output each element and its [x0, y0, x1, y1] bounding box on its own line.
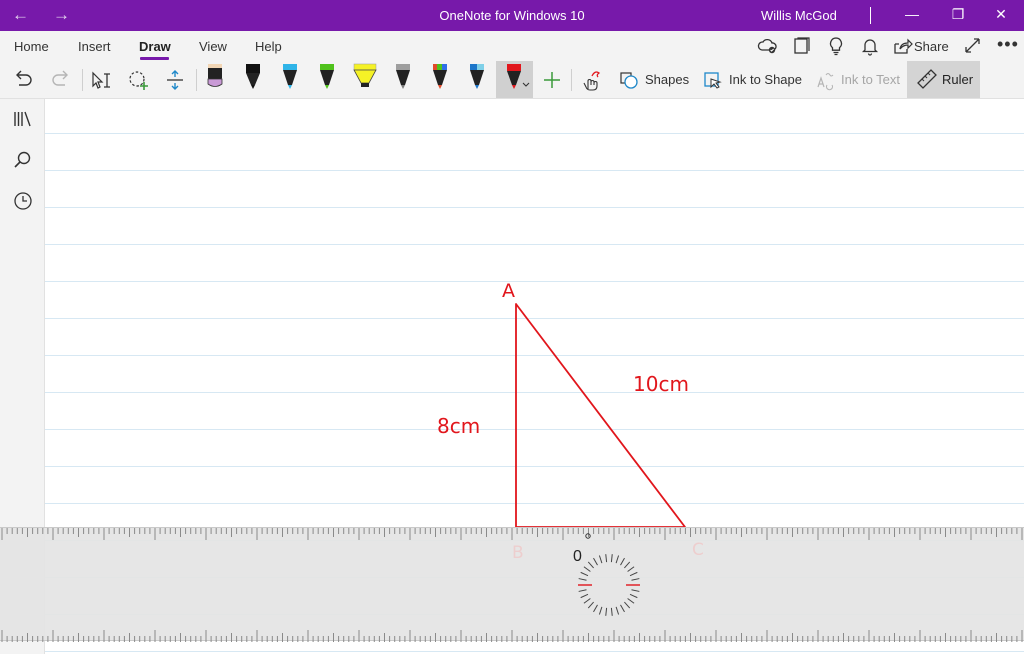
shapes-icon[interactable] [618, 67, 640, 93]
ink-to-shape-button[interactable]: Ink to Shape [729, 72, 802, 87]
triangle-ink-stroke[interactable] [515, 303, 686, 528]
sync-status-icon[interactable] [757, 36, 779, 56]
side-label-10cm: 10cm [633, 372, 689, 396]
ink-to-shape-icon[interactable] [702, 67, 724, 93]
ruler-angle-dial[interactable] [578, 554, 640, 616]
ruler-button-label: Ruler [942, 72, 974, 87]
toolbar-divider [196, 69, 197, 91]
ruler-ticks: B C [1, 528, 1023, 642]
side-label-8cm: 8cm [437, 414, 480, 438]
shapes-button[interactable]: Shapes [645, 72, 689, 87]
pen-cyan[interactable] [279, 61, 301, 91]
toolbar-divider [571, 69, 572, 91]
title-bar: ← → OneNote for Windows 10 Willis McGod … [0, 0, 1024, 31]
draw-toolbar: Shapes Ink to Shape Ink to Text Ruler [0, 61, 1024, 99]
add-pen-icon[interactable] [541, 67, 563, 93]
add-space-icon[interactable] [164, 67, 186, 93]
ruler-overlay[interactable]: B C 0 [0, 527, 1024, 642]
page-view-icon[interactable] [791, 36, 813, 56]
share-button[interactable]: Share [914, 39, 949, 54]
restore-button[interactable]: ❐ [948, 6, 968, 23]
tab-help[interactable]: Help [255, 39, 282, 54]
notebooks-icon[interactable] [12, 108, 34, 130]
pen-red-selected[interactable] [504, 61, 534, 91]
ribbon-tabs: Home Insert Draw View Help Share ••• [0, 31, 1024, 61]
full-screen-icon[interactable] [962, 36, 984, 56]
share-icon[interactable] [892, 36, 914, 56]
undo-icon[interactable] [12, 67, 34, 93]
close-button[interactable]: ✕ [991, 6, 1011, 23]
vertex-label-c: C [692, 540, 704, 560]
pen-galaxy[interactable] [392, 61, 414, 91]
ruler-icon [917, 69, 937, 89]
pen-ocean[interactable] [466, 61, 488, 91]
titlebar-divider [870, 7, 871, 24]
notification-bell-icon[interactable] [859, 36, 881, 56]
tab-insert[interactable]: Insert [78, 39, 111, 54]
lightbulb-icon[interactable] [825, 36, 847, 56]
pen-purple[interactable] [204, 61, 226, 91]
onenote-window: ← → OneNote for Windows 10 Willis McGod … [0, 0, 1024, 654]
minimize-button[interactable]: — [902, 6, 922, 22]
toolbar-divider [82, 69, 83, 91]
search-icon[interactable] [12, 149, 34, 171]
ruler-bottom-ticks [1, 630, 1023, 642]
tab-view[interactable]: View [199, 39, 227, 54]
highlighter-yellow[interactable] [352, 61, 378, 91]
vertex-label-b: B [512, 543, 524, 563]
user-name[interactable]: Willis McGod [761, 8, 837, 23]
tab-home[interactable]: Home [14, 39, 49, 54]
recent-notes-clock-icon[interactable] [12, 190, 34, 212]
touch-drawing-icon[interactable] [580, 67, 602, 93]
more-options-button[interactable]: ••• [997, 34, 1019, 55]
ruler-top-ticks [1, 528, 1023, 540]
pen-rainbow[interactable] [429, 61, 451, 91]
active-tab-indicator [140, 57, 169, 60]
lasso-select-icon[interactable] [127, 67, 151, 93]
tab-draw[interactable]: Draw [139, 39, 171, 54]
ink-to-text-button[interactable]: Ink to Text [841, 72, 900, 87]
type-select-icon[interactable] [89, 67, 113, 93]
pen-green[interactable] [316, 61, 338, 91]
pen-black[interactable] [242, 61, 264, 91]
ruler-angle-readout: 0 [573, 548, 582, 565]
ink-to-text-icon[interactable] [814, 67, 836, 93]
ruler-button[interactable]: Ruler [907, 61, 980, 98]
vertex-label-a: A [502, 280, 515, 302]
redo-icon[interactable] [50, 67, 72, 93]
